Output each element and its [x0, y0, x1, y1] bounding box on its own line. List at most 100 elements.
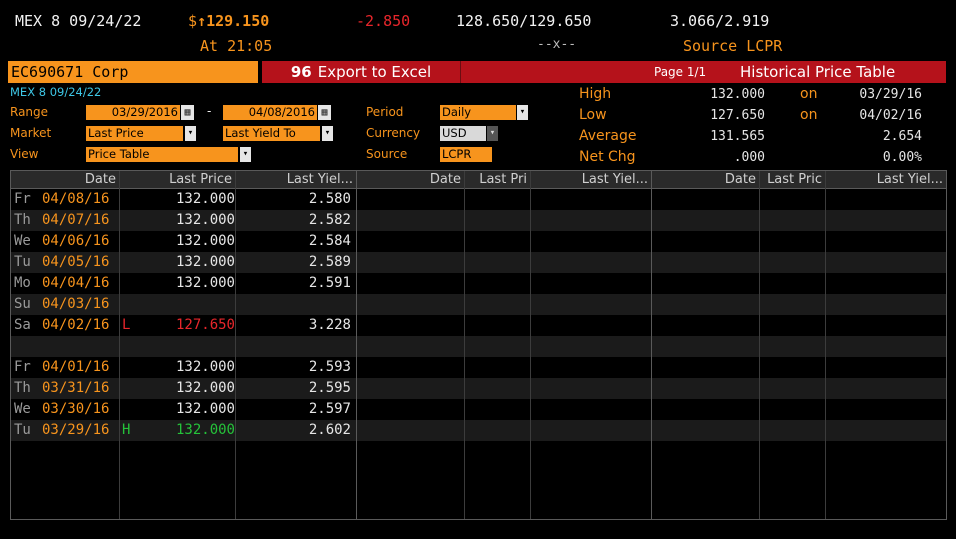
table-row[interactable]: Sa 04/02/16 L 127.650 3.228 — [11, 315, 946, 336]
row-last-yield: 2.602 — [308, 422, 351, 438]
export-label: Export to Excel — [317, 63, 432, 81]
row-last-price: 132.000 — [175, 380, 235, 396]
row-last-yield: 2.597 — [308, 401, 351, 417]
row-date: 04/02/16 — [42, 317, 110, 333]
bid-ask-size: --x-- — [537, 37, 577, 52]
column-divider — [825, 171, 826, 519]
row-last-price: 132.000 — [175, 233, 235, 249]
col-header-last-yield-3[interactable]: Last Yiel... — [825, 171, 946, 188]
row-weekday: Fr — [14, 359, 31, 375]
market-select[interactable]: Last Price — [86, 126, 183, 141]
source-label: Source — [366, 147, 408, 161]
row-weekday: Fr — [14, 191, 31, 207]
column-divider — [119, 171, 120, 519]
range-label: Range — [10, 105, 49, 119]
row-weekday: Tu — [14, 422, 31, 438]
row-date: 03/30/16 — [42, 401, 110, 417]
currency-select[interactable]: USD — [440, 126, 486, 141]
pricing-source: Source LCPR — [683, 37, 783, 55]
table-row[interactable] — [11, 336, 946, 357]
row-last-yield: 3.228 — [308, 317, 351, 333]
market2-select[interactable]: Last Yield To — [223, 126, 320, 141]
market2-dropdown-icon[interactable]: ▾ — [322, 126, 333, 141]
row-weekday: We — [14, 401, 31, 417]
col-header-last-price-3[interactable]: Last Pric — [759, 171, 825, 188]
table-row[interactable]: We 04/06/16 132.000 2.584 — [11, 231, 946, 252]
page-title: Historical Price Table — [740, 63, 896, 81]
view-select[interactable]: Price Table — [86, 147, 238, 162]
average-value: 131.565 — [710, 129, 765, 144]
row-date: 04/04/16 — [42, 275, 110, 291]
currency-dropdown-icon[interactable]: ▾ — [487, 126, 498, 141]
period-dropdown-icon[interactable]: ▾ — [517, 105, 528, 120]
row-last-yield: 2.591 — [308, 275, 351, 291]
row-last-yield: 2.595 — [308, 380, 351, 396]
end-calendar-icon[interactable]: ▦ — [318, 105, 331, 120]
row-date: 04/05/16 — [42, 254, 110, 270]
table-row[interactable]: Su 04/03/16 — [11, 294, 946, 315]
last-price-display: $↑129.150 — [188, 12, 269, 30]
table-row[interactable]: Fr 04/08/16 132.000 2.580 — [11, 189, 946, 210]
bid-ask: 128.650/129.650 — [456, 12, 591, 30]
row-date: 04/06/16 — [42, 233, 110, 249]
row-last-yield: 2.582 — [308, 212, 351, 228]
net-change-percent: 0.00% — [882, 150, 922, 165]
security-input[interactable]: EC690671 Corp — [8, 61, 258, 83]
table-row[interactable]: Fr 04/01/16 132.000 2.593 — [11, 357, 946, 378]
high-on-label: on — [800, 86, 818, 102]
row-last-price — [119, 336, 235, 357]
row-last-price: 132.000 — [175, 275, 235, 291]
table-row[interactable]: Th 04/07/16 132.000 2.582 — [11, 210, 946, 231]
col-header-date-2[interactable]: Date — [356, 171, 464, 188]
column-divider — [759, 171, 760, 519]
col-header-last-yield-1[interactable]: Last Yiel... — [235, 171, 356, 188]
table-row[interactable]: We 03/30/16 132.000 2.597 — [11, 399, 946, 420]
high-date: 03/29/16 — [859, 87, 922, 102]
view-dropdown-icon[interactable]: ▾ — [240, 147, 251, 162]
column-divider — [651, 171, 652, 519]
column-divider — [530, 171, 531, 519]
table-row[interactable]: Th 03/31/16 132.000 2.595 — [11, 378, 946, 399]
table-row[interactable]: Mo 04/04/16 132.000 2.591 — [11, 273, 946, 294]
row-weekday: We — [14, 233, 31, 249]
bid-ask-separator: / — [519, 12, 529, 30]
page-indicator: Page 1/1 — [654, 65, 707, 79]
start-calendar-icon[interactable]: ▦ — [181, 105, 194, 120]
row-last-price: 132.000 — [175, 422, 235, 438]
bid-price: 128.650 — [456, 12, 520, 30]
ask-yield: 2.919 — [724, 12, 770, 30]
export-excel-icon: 96 — [290, 63, 312, 81]
low-label: Low — [579, 107, 607, 123]
start-date-field[interactable]: 03/29/2016 — [86, 105, 180, 120]
ask-price: 129.650 — [528, 12, 592, 30]
row-date: 04/03/16 — [42, 296, 110, 312]
end-date-field[interactable]: 04/08/2016 — [223, 105, 317, 120]
col-header-last-price-1[interactable]: Last Price — [119, 171, 235, 188]
period-select[interactable]: Daily — [440, 105, 516, 120]
row-last-price: 132.000 — [175, 212, 235, 228]
table-row[interactable]: Tu 04/05/16 132.000 2.589 — [11, 252, 946, 273]
currency-symbol: $ — [188, 12, 198, 30]
low-date: 04/02/16 — [859, 108, 922, 123]
col-header-last-price-2[interactable]: Last Pri — [464, 171, 530, 188]
high-value: 132.000 — [710, 87, 765, 102]
row-weekday: Th — [14, 212, 31, 228]
period-label: Period — [366, 105, 404, 119]
row-last-yield — [235, 336, 351, 357]
last-price: 129.150 — [206, 12, 270, 30]
empty-row — [11, 483, 946, 504]
table-row[interactable]: Tu 03/29/16 H 132.000 2.602 — [11, 420, 946, 441]
row-date: 03/29/16 — [42, 422, 110, 438]
row-last-price — [119, 294, 235, 315]
row-last-price: 132.000 — [175, 401, 235, 417]
col-header-last-yield-2[interactable]: Last Yiel... — [530, 171, 651, 188]
row-last-yield: 2.593 — [308, 359, 351, 375]
source-field[interactable]: LCPR — [440, 147, 492, 162]
col-header-date-3[interactable]: Date — [651, 171, 759, 188]
export-to-excel-button[interactable]: 96 Export to Excel — [262, 61, 461, 83]
bid-yield: 3.066 — [670, 12, 716, 30]
row-last-price: 132.000 — [175, 191, 235, 207]
market-dropdown-icon[interactable]: ▾ — [185, 126, 196, 141]
col-header-date-1[interactable]: Date — [11, 171, 119, 188]
view-label: View — [10, 147, 39, 161]
